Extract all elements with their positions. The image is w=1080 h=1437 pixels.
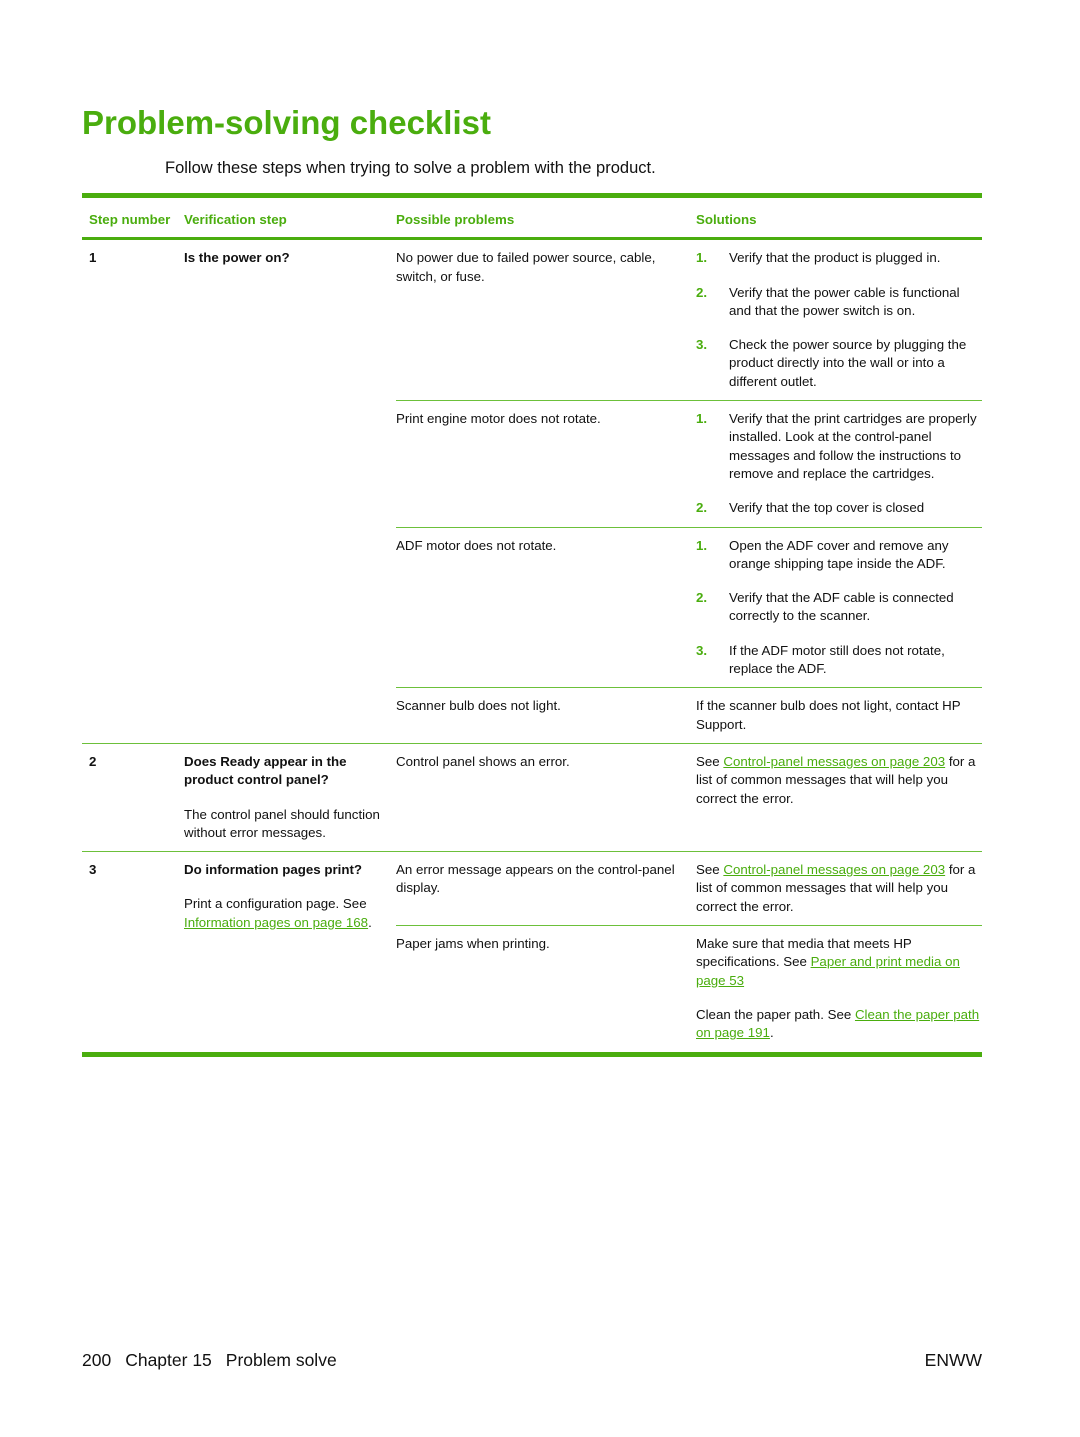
table-header: Step number Verification step Possible p… [82, 198, 982, 237]
solution-item: 3. Check the power source by plugging the… [696, 337, 967, 389]
solution-item: 2. Verify that the top cover is closed [696, 500, 925, 516]
verification-note: The control panel should function withou… [184, 806, 380, 840]
intro-text: Follow these steps when trying to solve … [165, 159, 656, 177]
solution-item: 1. Open the ADF cover and remove any oran… [696, 537, 949, 571]
solution-list: 1. Verify that the print cartridges are p… [696, 410, 982, 517]
solution-list: 1. Open the ADF cover and remove any oran… [696, 537, 982, 679]
table-bottom-rule [82, 1051, 982, 1057]
control-panel-messages-link[interactable]: Control-panel messages on page 203 [723, 754, 945, 769]
problem-text: Paper jams when printing. [396, 936, 550, 952]
solution-text: See Control-panel messages on page 203 f… [696, 753, 976, 806]
header-step: Step number [89, 212, 171, 227]
table-row: 3 Do information pages print? Print a co… [82, 852, 982, 1051]
verification-title: Does Ready appear in the product control… [184, 753, 347, 788]
problem-text: Scanner bulb does not light. [396, 698, 561, 714]
solution-item: 2. Verify that the ADF cable is connected… [696, 590, 954, 624]
verification-title: Do information pages print? [184, 862, 363, 878]
verification-step: Do information pages print? Print a conf… [184, 852, 396, 1051]
problem-row: Control panel shows an error. See Contro… [396, 744, 982, 817]
problem-text: An error message appears on the control-… [396, 862, 675, 896]
problem-row: An error message appears on the control-… [396, 852, 982, 927]
information-pages-link[interactable]: Information pages on page 168 [184, 915, 368, 930]
checklist-table: Step number Verification step Possible p… [82, 193, 982, 1057]
problem-text: Control panel shows an error. [396, 753, 570, 769]
verification-step: Does Ready appear in the product control… [184, 744, 396, 851]
footer-locale: ENWW [924, 1350, 982, 1370]
step-number: 1 [89, 250, 97, 266]
chapter-title: Problem solve [225, 1350, 337, 1370]
step-number: 2 [89, 753, 97, 769]
problem-row: Print engine motor does not rotate. 1. Ve… [396, 401, 982, 528]
solution-item: 1. Verify that the print cartridges are p… [696, 411, 977, 481]
chapter-label: Chapter 15 [125, 1350, 212, 1370]
solution-list: 1. Verify that the product is plugged in.… [696, 249, 982, 391]
solution-text: If the scanner bulb does not light, cont… [696, 698, 961, 732]
table-row: 2 Does Ready appear in the product contr… [82, 744, 982, 853]
solution-item: 2. Verify that the power cable is functio… [696, 284, 960, 318]
solution-item: 3. If the ADF motor still does not rotate… [696, 642, 945, 677]
problem-row: Paper jams when printing. Make sure that… [396, 926, 982, 1051]
table-row: 1 Is the power on? No power due to faile… [82, 240, 982, 744]
header-solutions: Solutions [696, 212, 757, 227]
problem-row: Scanner bulb does not light. If the scan… [396, 688, 982, 743]
problem-text: No power due to failed power source, cab… [396, 250, 656, 284]
solution-text: See Control-panel messages on page 203 f… [696, 862, 976, 914]
header-problems: Possible problems [396, 212, 515, 227]
solution-item: 1. Verify that the product is plugged in. [696, 250, 941, 266]
problem-row: ADF motor does not rotate. 1. Open the AD… [396, 528, 982, 689]
page-footer: 200 Chapter 15 Problem solve [82, 1350, 351, 1371]
control-panel-messages-link[interactable]: Control-panel messages on page 203 [723, 862, 945, 877]
problem-text: ADF motor does not rotate. [396, 537, 557, 553]
problem-text: Print engine motor does not rotate. [396, 411, 601, 427]
header-verification: Verification step [184, 212, 287, 227]
page-number: 200 [82, 1350, 112, 1370]
verification-note: Print a configuration page. See Informat… [184, 896, 372, 930]
verification-step: Is the power on? [184, 250, 290, 266]
page-title: Problem-solving checklist [82, 104, 491, 141]
problem-row: No power due to failed power source, cab… [396, 240, 982, 402]
solution-text: Make sure that media that meets HP speci… [696, 936, 980, 1041]
step-number: 3 [89, 862, 97, 878]
